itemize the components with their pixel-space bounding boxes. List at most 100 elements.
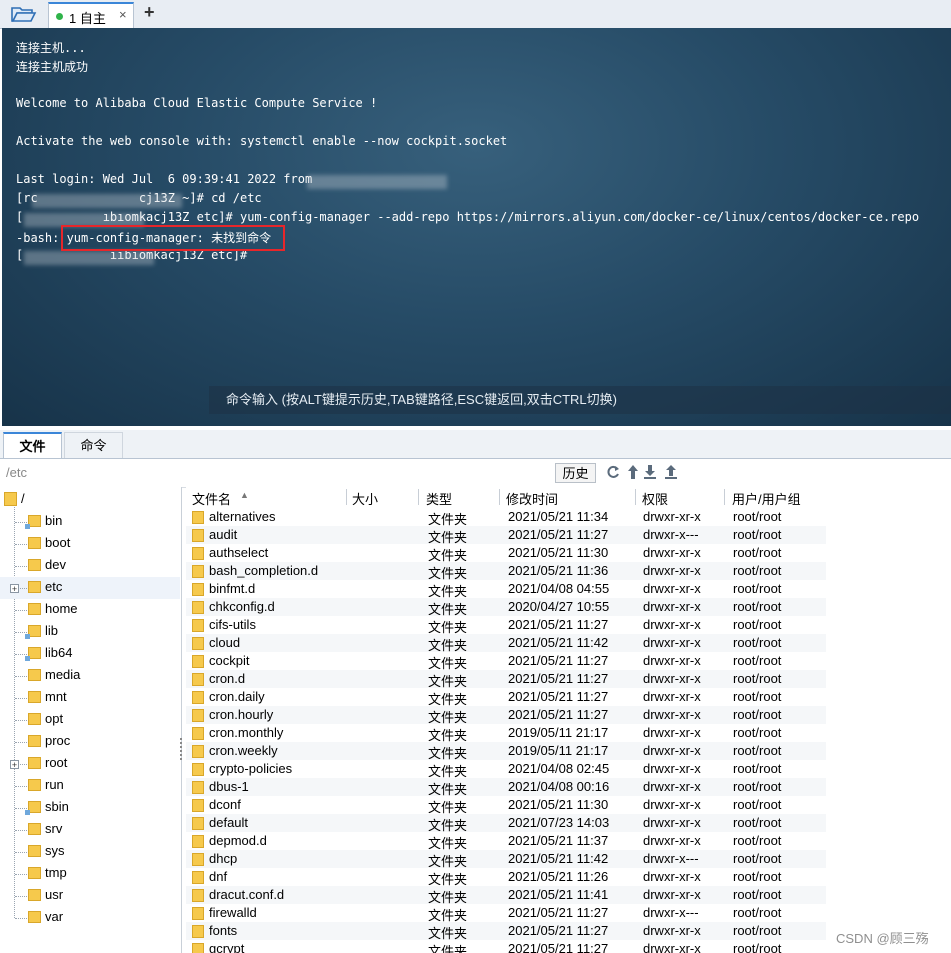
file-row[interactable]: cron.weekly 文件夹 2019/05/11 21:17 drwxr-xr-x…	[186, 742, 826, 761]
file-row[interactable]: dracut.conf.d 文件夹 2021/05/21 11:41 drwxr-xr…	[186, 886, 826, 905]
file-row[interactable]: default 文件夹 2021/07/23 14:03 drwxr-xr-x root…	[186, 814, 826, 833]
file-row[interactable]: cloud 文件夹 2021/05/21 11:42 drwxr-xr-x root/r…	[186, 634, 826, 653]
tree-item-var[interactable]: var	[0, 907, 180, 929]
tree-item-opt[interactable]: opt	[0, 709, 180, 731]
file-row[interactable]: binfmt.d 文件夹 2021/04/08 04:55 drwxr-xr-x roo…	[186, 580, 826, 599]
tree-item-dev[interactable]: dev	[0, 555, 180, 577]
column-header-modified[interactable]: 修改时间	[506, 489, 558, 507]
file-permissions: drwxr-xr-x	[643, 743, 701, 758]
add-tab-button[interactable]: +	[144, 2, 155, 23]
file-row[interactable]: fonts 文件夹 2021/05/21 11:27 drwxr-xr-x root/r…	[186, 922, 826, 941]
file-row[interactable]: cron.monthly 文件夹 2019/05/11 21:17 drwxr-xr-…	[186, 724, 826, 743]
file-modified: 2021/05/21 11:30	[508, 797, 609, 812]
folder-icon	[192, 925, 204, 938]
column-divider[interactable]	[635, 489, 636, 505]
column-header-name[interactable]: 文件名	[192, 489, 231, 507]
tree-item-label: run	[45, 777, 64, 792]
upload-icon[interactable]	[663, 463, 679, 481]
tree-item-tmp[interactable]: tmp	[0, 863, 180, 885]
file-row[interactable]: dconf 文件夹 2021/05/21 11:30 drwxr-xr-x root/r…	[186, 796, 826, 815]
path-input[interactable]: /etc	[6, 465, 27, 480]
tree-item-home[interactable]: home	[0, 599, 180, 621]
file-modified: 2021/05/21 11:36	[508, 563, 609, 578]
open-folder-button[interactable]	[8, 3, 38, 25]
column-divider[interactable]	[499, 489, 500, 505]
file-row[interactable]: cron.hourly 文件夹 2021/05/21 11:27 drwxr-xr-x…	[186, 706, 826, 725]
file-row[interactable]: cron.daily 文件夹 2021/05/21 11:27 drwxr-xr-x r…	[186, 688, 826, 707]
directory-tree[interactable]: / bin boot dev + etc home lib lib64 media mnt opt p…	[0, 487, 182, 953]
file-owner: root/root	[733, 815, 782, 830]
file-row[interactable]: alternatives 文件夹 2021/05/21 11:34 drwxr-xr-…	[186, 508, 826, 527]
file-owner: root/root	[733, 617, 782, 632]
folder-icon	[28, 735, 41, 747]
tree-guide-line	[15, 874, 27, 875]
file-row[interactable]: chkconfig.d 文件夹 2020/04/27 10:55 drwxr-xr-x…	[186, 598, 826, 617]
tree-item-lib64[interactable]: lib64	[0, 643, 180, 665]
column-header-type[interactable]: 类型	[426, 489, 452, 507]
file-row[interactable]: dbus-1 文件夹 2021/04/08 00:16 drwxr-xr-x root/…	[186, 778, 826, 797]
file-owner: root/root	[733, 725, 782, 740]
history-button[interactable]: 历史	[555, 463, 596, 483]
folder-icon	[28, 757, 41, 769]
file-row[interactable]: gcrypt 文件夹 2021/05/21 11:27 drwxr-xr-x root/…	[186, 940, 826, 953]
file-owner: root/root	[733, 689, 782, 704]
column-divider[interactable]	[346, 489, 347, 505]
folder-icon	[192, 889, 204, 902]
folder-icon	[192, 907, 204, 920]
file-modified: 2019/05/11 21:17	[508, 725, 609, 740]
up-directory-icon[interactable]	[625, 463, 641, 481]
column-header-permissions[interactable]: 权限	[642, 489, 668, 507]
command-input-bar[interactable]: 命令输入 (按ALT键提示历史,TAB键路径,ESC键返回,双击CTRL切换)	[209, 386, 951, 414]
file-row[interactable]: cifs-utils 文件夹 2021/05/21 11:27 drwxr-xr-x r…	[186, 616, 826, 635]
tree-item-srv[interactable]: srv	[0, 819, 180, 841]
tree-item-mnt[interactable]: mnt	[0, 687, 180, 709]
column-divider[interactable]	[418, 489, 419, 505]
expand-icon[interactable]: +	[10, 760, 19, 770]
tree-item-bin[interactable]: bin	[0, 511, 180, 533]
tab-command[interactable]: 命令	[64, 432, 123, 458]
download-icon[interactable]	[642, 463, 658, 481]
redacted-hostname	[32, 194, 182, 208]
file-owner: root/root	[733, 707, 782, 722]
file-list[interactable]: 文件名 ▲ 大小 类型 修改时间 权限 用户/用户组 alternatives 文…	[186, 487, 951, 953]
tab-file[interactable]: 文件	[3, 432, 62, 458]
tree-item-boot[interactable]: boot	[0, 533, 180, 555]
file-modified: 2021/04/08 00:16	[508, 779, 610, 794]
refresh-icon[interactable]	[605, 463, 621, 481]
file-row[interactable]: firewalld 文件夹 2021/05/21 11:27 drwxr-x--- ro…	[186, 904, 826, 923]
file-row[interactable]: crypto-policies 文件夹 2021/04/08 02:45 drwxr-…	[186, 760, 826, 779]
file-name: bash_completion.d	[209, 563, 319, 578]
column-divider[interactable]	[724, 489, 725, 505]
column-header-owner[interactable]: 用户/用户组	[732, 489, 801, 507]
session-tab[interactable]: 1 自主 ×	[48, 2, 134, 28]
tree-guide-line	[15, 742, 27, 743]
file-row[interactable]: dhcp 文件夹 2021/05/21 11:42 drwxr-x--- root/ro…	[186, 850, 826, 869]
expand-icon[interactable]: +	[10, 584, 19, 594]
tree-item-proc[interactable]: proc	[0, 731, 180, 753]
tree-item-sbin[interactable]: sbin	[0, 797, 180, 819]
tree-item-lib[interactable]: lib	[0, 621, 180, 643]
file-row[interactable]: dnf 文件夹 2021/05/21 11:26 drwxr-xr-x root/roo…	[186, 868, 826, 887]
tree-root[interactable]: /	[0, 489, 180, 511]
file-name: cron.d	[209, 671, 246, 686]
folder-icon	[192, 583, 204, 596]
file-row[interactable]: bash_completion.d 文件夹 2021/05/21 11:36 drwx…	[186, 562, 826, 581]
file-permissions: drwxr-xr-x	[643, 563, 701, 578]
tree-item-media[interactable]: media	[0, 665, 180, 687]
tree-item-usr[interactable]: usr	[0, 885, 180, 907]
tree-item-sys[interactable]: sys	[0, 841, 180, 863]
tree-guide-line	[15, 632, 27, 633]
file-row[interactable]: audit 文件夹 2021/05/21 11:27 drwxr-x--- root/r…	[186, 526, 826, 545]
column-header-size[interactable]: 大小	[352, 489, 378, 507]
tree-item-etc[interactable]: + etc	[0, 577, 180, 599]
close-icon[interactable]: ×	[119, 7, 127, 22]
file-row[interactable]: authselect 文件夹 2021/05/21 11:30 drwxr-xr-x r…	[186, 544, 826, 563]
file-row[interactable]: cockpit 文件夹 2021/05/21 11:27 drwxr-xr-x root…	[186, 652, 826, 671]
terminal-panel[interactable]: 连接主机... 连接主机成功 Welcome to Alibaba Cloud …	[2, 28, 951, 426]
folder-icon	[28, 603, 41, 615]
tree-item-run[interactable]: run	[0, 775, 180, 797]
redacted-ip	[307, 175, 447, 189]
file-row[interactable]: depmod.d 文件夹 2021/05/21 11:37 drwxr-xr-x roo…	[186, 832, 826, 851]
tree-item-root[interactable]: + root	[0, 753, 180, 775]
file-row[interactable]: cron.d 文件夹 2021/05/21 11:27 drwxr-xr-x root/…	[186, 670, 826, 689]
